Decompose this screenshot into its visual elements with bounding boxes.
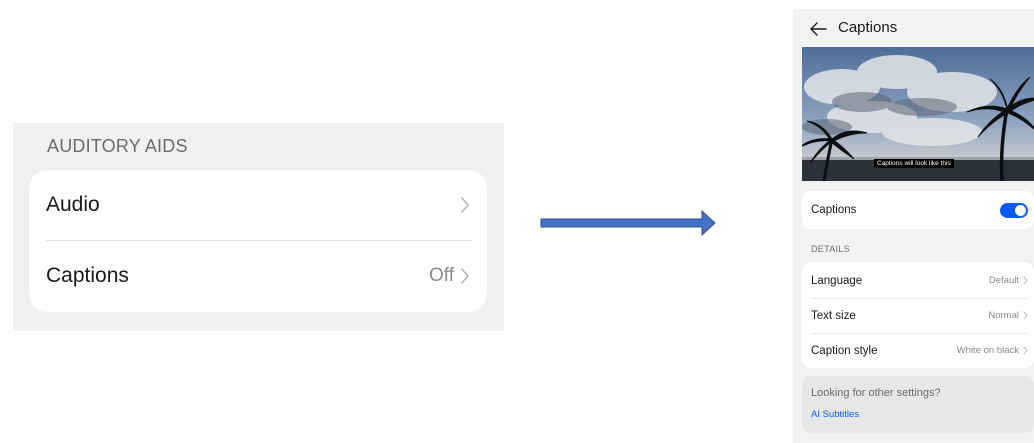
captions-toggle-label: Captions	[811, 204, 857, 216]
section-header: AUDITORY AIDS	[47, 136, 188, 156]
caption-style-label: Caption style	[811, 344, 878, 357]
captions-label: Captions	[46, 264, 129, 287]
chevron-right-icon	[1023, 276, 1028, 285]
ai-subtitles-link[interactable]: AI Subtitles	[811, 409, 859, 420]
language-value: Default	[988, 275, 1019, 286]
right-arrow	[540, 210, 716, 236]
chevron-right-icon	[1023, 311, 1028, 320]
settings-card: Audio Captions Off	[29, 170, 487, 312]
language-row[interactable]: Language Default	[811, 263, 1028, 298]
other-settings-card: Looking for other settings? AI Subtitles	[802, 376, 1034, 433]
text-size-label: Text size	[811, 309, 856, 322]
caption-style-value-group: White on black	[957, 345, 1028, 356]
text-size-value-group: Normal	[988, 310, 1028, 321]
captions-toggle-row[interactable]: Captions	[811, 191, 1028, 229]
captions-right: Off	[429, 265, 470, 287]
captions-value: Off	[429, 265, 454, 286]
chevron-right-icon	[1023, 346, 1028, 355]
audio-right	[460, 196, 470, 214]
caption-sample-text: Captions will look like this	[874, 159, 954, 168]
audio-row[interactable]: Audio	[46, 170, 470, 240]
audio-label: Audio	[46, 193, 100, 216]
page-title: Captions	[838, 19, 898, 36]
caption-style-row[interactable]: Caption style White on black	[811, 333, 1028, 368]
caption-preview-image: Captions will look like this	[802, 47, 1034, 181]
auditory-aids-panel: AUDITORY AIDS Audio Captions Off	[13, 123, 504, 331]
caption-style-value: White on black	[956, 345, 1019, 356]
toggle-knob	[1015, 204, 1026, 216]
captions-settings-screen: Captions Captions will look like this Ca…	[793, 9, 1034, 443]
chevron-right-icon	[461, 268, 469, 284]
captions-toggle-switch[interactable]	[1000, 202, 1028, 218]
language-value-group: Default	[989, 275, 1028, 286]
back-arrow-icon[interactable]	[809, 21, 827, 37]
other-settings-title: Looking for other settings?	[811, 387, 941, 399]
language-label: Language	[811, 274, 863, 287]
text-size-row[interactable]: Text size Normal	[811, 298, 1028, 333]
captions-toggle-card: Captions	[802, 191, 1034, 229]
details-card: Language Default Text size Normal Captio…	[802, 262, 1034, 368]
app-header: Captions	[793, 9, 1034, 49]
captions-row[interactable]: Captions Off	[46, 241, 470, 311]
chevron-right-icon	[461, 197, 469, 213]
details-header: DETAILS	[811, 244, 850, 254]
text-size-value: Normal	[988, 310, 1019, 321]
